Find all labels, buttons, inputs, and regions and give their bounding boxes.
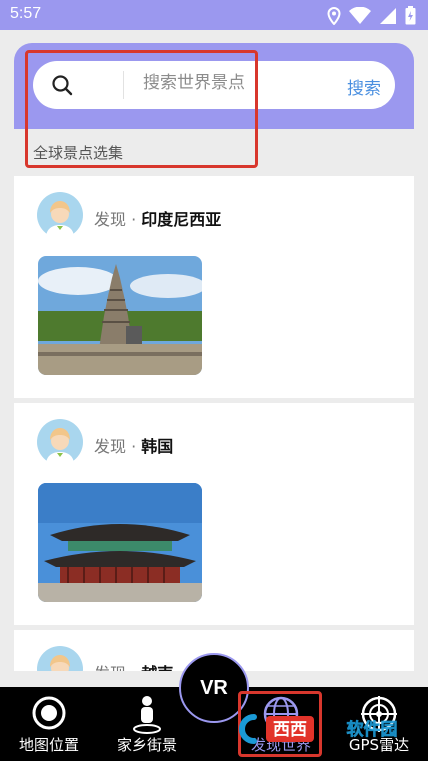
feed-caption: 发现 · 韩国 (94, 433, 173, 457)
location-icon (327, 6, 341, 25)
feed-card[interactable]: 发现 · 韩国 (14, 403, 414, 625)
search-button[interactable]: 搜索 (347, 74, 381, 99)
tab-label: 地图位置 (18, 736, 79, 754)
feed-separator: · (126, 664, 141, 671)
tab-map-location[interactable]: 地图位置 (0, 687, 98, 761)
wifi-icon (349, 6, 371, 24)
feed-location: 韩国 (141, 437, 174, 456)
map-location-icon (32, 696, 66, 730)
feed-prefix: 发现 (94, 437, 127, 456)
svg-text:软件园: 软件园 (347, 719, 398, 740)
avatar-icon (37, 192, 83, 238)
avatar-icon (37, 419, 83, 465)
feed-location: 越南 (141, 664, 173, 671)
svg-text:西西: 西西 (273, 720, 307, 740)
temple-photo[interactable] (38, 256, 202, 375)
avatar-icon (37, 646, 83, 671)
status-icons (327, 6, 416, 25)
feed-prefix: 发现 (94, 664, 126, 671)
feed-separator: · (126, 437, 142, 456)
street-view-person-icon (133, 696, 161, 734)
feed-location: 印度尼西亚 (141, 210, 222, 229)
palace-photo[interactable] (38, 483, 202, 602)
feed-prefix: 发现 (94, 210, 127, 229)
watermark-logo: 西西 软件园 (239, 714, 398, 744)
feed-caption: 发现 · 越南 (94, 660, 173, 671)
battery-icon (405, 6, 416, 25)
feed-card[interactable]: 发现 · 印度尼西亚 (14, 176, 414, 398)
signal-icon (380, 7, 396, 24)
status-time: 5:57 (10, 5, 42, 22)
annotation-highlight-search (25, 50, 258, 168)
feed-separator: · (126, 210, 142, 229)
tab-label: 家乡街景 (116, 736, 177, 754)
status-bar: 5:57 (0, 0, 428, 30)
feed-caption: 发现 · 印度尼西亚 (94, 206, 221, 230)
